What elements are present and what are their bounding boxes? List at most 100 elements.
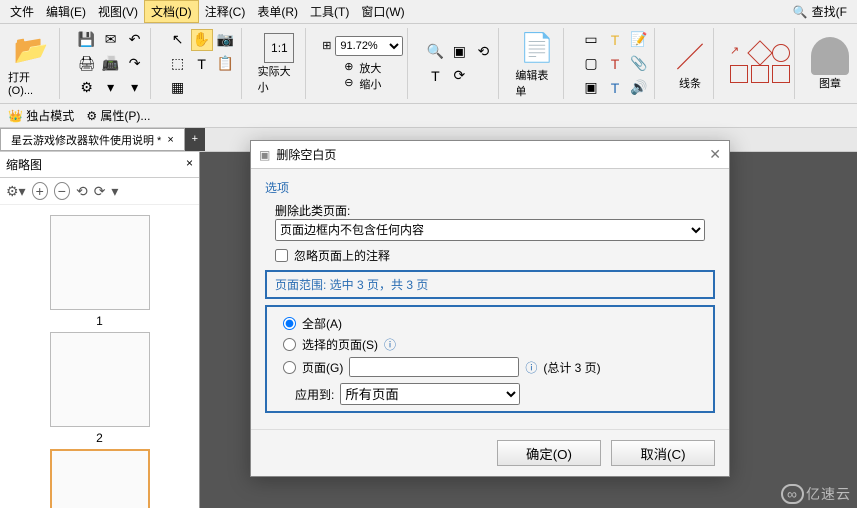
text-select-icon[interactable]: T bbox=[191, 53, 213, 75]
highlight-icon[interactable]: T bbox=[604, 29, 626, 51]
tab-close-icon[interactable]: × bbox=[167, 134, 173, 146]
camera-icon[interactable]: 📷 bbox=[215, 29, 237, 51]
fit-icon[interactable]: ⊞ bbox=[322, 39, 331, 52]
menu-file[interactable]: 文件 bbox=[4, 1, 40, 22]
hexagon-shape[interactable] bbox=[772, 65, 790, 83]
new-tab-button[interactable]: + bbox=[185, 128, 205, 151]
group-open: 📂 打开(O)... bbox=[4, 28, 60, 99]
find-button[interactable]: 🔍查找(F bbox=[787, 1, 853, 22]
save-icon[interactable]: 💾 bbox=[76, 29, 98, 51]
redo-icon[interactable]: ↷ bbox=[124, 53, 146, 75]
actual-size-icon[interactable]: 1:1 bbox=[264, 33, 294, 63]
open-label[interactable]: 打开(O)... bbox=[8, 69, 55, 97]
settings-icon[interactable]: ⚙ bbox=[76, 77, 98, 99]
radio-pages[interactable] bbox=[283, 361, 296, 374]
menu-document[interactable]: 文档(D) bbox=[144, 0, 199, 23]
dialog-title: 删除空白页 bbox=[276, 146, 336, 163]
menu-form[interactable]: 表单(R) bbox=[251, 1, 304, 22]
pentagon-shape[interactable] bbox=[730, 65, 748, 83]
thumb-zoom-in-icon[interactable]: + bbox=[32, 182, 48, 200]
page-thumb[interactable] bbox=[50, 449, 150, 508]
pointer-icon[interactable]: ↖ bbox=[167, 29, 189, 51]
misc-icon[interactable]: ▾ bbox=[100, 77, 122, 99]
rotate-ccw-icon[interactable]: ⟲ bbox=[472, 41, 494, 63]
radio-all[interactable] bbox=[283, 317, 296, 330]
delete-type-select[interactable]: 页面边框内不包含任何内容 bbox=[275, 219, 705, 241]
delete-type-label: 删除此类页面: bbox=[275, 202, 715, 219]
circle-shape[interactable] bbox=[772, 44, 790, 62]
cancel-button[interactable]: 取消(C) bbox=[611, 440, 715, 466]
lines-label[interactable]: 线条 bbox=[679, 75, 701, 91]
window-icon: ▣ bbox=[259, 148, 270, 162]
note-icon[interactable]: 📝 bbox=[628, 29, 650, 51]
menu-comment[interactable]: 注释(C) bbox=[199, 1, 252, 22]
thumb-more-icon[interactable]: ▾ bbox=[111, 183, 118, 200]
clipboard-icon[interactable]: 📋 bbox=[215, 53, 237, 75]
field-icon[interactable]: ▭ bbox=[580, 29, 602, 51]
menu-edit[interactable]: 编辑(E) bbox=[40, 1, 92, 22]
crown-icon: 👑 bbox=[8, 109, 23, 123]
avatar-icon[interactable] bbox=[811, 37, 849, 75]
select-icon[interactable]: ⬚ bbox=[167, 53, 189, 75]
info-icon[interactable]: ⓘ bbox=[384, 336, 396, 353]
exclusive-mode[interactable]: 👑 独占模式 bbox=[8, 107, 74, 124]
zoom-select[interactable]: 91.72% bbox=[335, 36, 403, 56]
group-actual-size: 1:1 实际大小 bbox=[254, 28, 307, 99]
form-icon[interactable]: 📄 bbox=[518, 29, 556, 67]
search-icon: 🔍 bbox=[793, 5, 808, 19]
thumb-number: 2 bbox=[0, 431, 199, 445]
thumb-rotate-ccw-icon[interactable]: ⟲ bbox=[76, 183, 88, 200]
edit-form-label[interactable]: 编辑表单 bbox=[515, 67, 559, 99]
rotate-cw-icon[interactable]: ⟳ bbox=[448, 65, 470, 87]
folder-icon[interactable]: 📂 bbox=[12, 31, 50, 69]
thumb-zoom-out-icon[interactable]: − bbox=[54, 182, 70, 200]
cloud-icon: ∞ bbox=[781, 484, 804, 504]
menu-view[interactable]: 视图(V) bbox=[92, 1, 144, 22]
stamp-small-icon[interactable]: ▣ bbox=[580, 77, 602, 99]
pages-input[interactable] bbox=[349, 357, 519, 377]
attach-icon[interactable]: 📎 bbox=[628, 53, 650, 75]
page-thumb[interactable] bbox=[50, 332, 150, 427]
group-stamp: 图章 bbox=[807, 28, 853, 99]
stamp-label[interactable]: 图章 bbox=[819, 75, 841, 91]
scan-icon[interactable]: 📠 bbox=[100, 53, 122, 75]
hand-icon[interactable]: ✋ bbox=[191, 29, 213, 51]
panel-close-icon[interactable]: × bbox=[186, 156, 193, 173]
chevron-down-icon[interactable]: ▾ bbox=[124, 77, 146, 99]
area-icon[interactable]: ▦ bbox=[167, 77, 189, 99]
zoom-out-icon[interactable]: ⊖ bbox=[344, 76, 353, 92]
line-icon[interactable]: ／ bbox=[671, 37, 709, 75]
menubar: 文件 编辑(E) 视图(V) 文档(D) 注释(C) 表单(R) 工具(T) 窗… bbox=[0, 0, 857, 24]
zoom-in-icon[interactable]: ⊕ bbox=[344, 60, 353, 76]
info-icon[interactable]: ⓘ bbox=[525, 359, 537, 376]
menu-tools[interactable]: 工具(T) bbox=[304, 1, 355, 22]
mail-icon[interactable]: ✉ bbox=[100, 29, 122, 51]
square-shape[interactable] bbox=[751, 65, 769, 83]
menu-window[interactable]: 窗口(W) bbox=[355, 1, 410, 22]
thumb-settings-icon[interactable]: ⚙▾ bbox=[6, 183, 26, 200]
text-box-icon[interactable]: T bbox=[424, 65, 446, 87]
underline-icon[interactable]: T bbox=[604, 77, 626, 99]
radio-selected[interactable] bbox=[283, 338, 296, 351]
textfield-icon[interactable]: ▢ bbox=[580, 53, 602, 75]
marquee-icon[interactable]: ▣ bbox=[448, 41, 470, 63]
dialog-close-icon[interactable]: ✕ bbox=[709, 146, 721, 163]
sound-icon[interactable]: 🔊 bbox=[628, 77, 650, 99]
diamond-shape[interactable] bbox=[747, 40, 772, 65]
document-tab[interactable]: 星云游戏修改器软件使用说明 * × bbox=[0, 128, 185, 151]
ok-button[interactable]: 确定(O) bbox=[497, 440, 601, 466]
thumb-rotate-cw-icon[interactable]: ⟳ bbox=[94, 183, 106, 200]
loupe-plus-icon[interactable]: 🔍 bbox=[424, 41, 446, 63]
group-annot: ▭ T 📝 ▢ T 📎 ▣ T 🔊 bbox=[576, 28, 655, 99]
undo-icon[interactable]: ↶ bbox=[124, 29, 146, 51]
apply-select[interactable]: 所有页面 bbox=[340, 383, 520, 405]
page-thumb[interactable] bbox=[50, 215, 150, 310]
arrow-shape[interactable]: ↗ bbox=[730, 44, 748, 62]
link-icon[interactable] bbox=[191, 77, 213, 99]
print-icon[interactable]: 🖨 bbox=[76, 53, 98, 75]
ignore-annotations-checkbox[interactable] bbox=[275, 249, 288, 262]
properties-button[interactable]: ⚙ 属性(P)... bbox=[86, 107, 150, 124]
radio-all-label: 全部(A) bbox=[302, 315, 342, 332]
strike-icon[interactable]: T bbox=[604, 53, 626, 75]
group-extra1: 🔍 ▣ ⟲ T ⟳ bbox=[420, 28, 499, 99]
